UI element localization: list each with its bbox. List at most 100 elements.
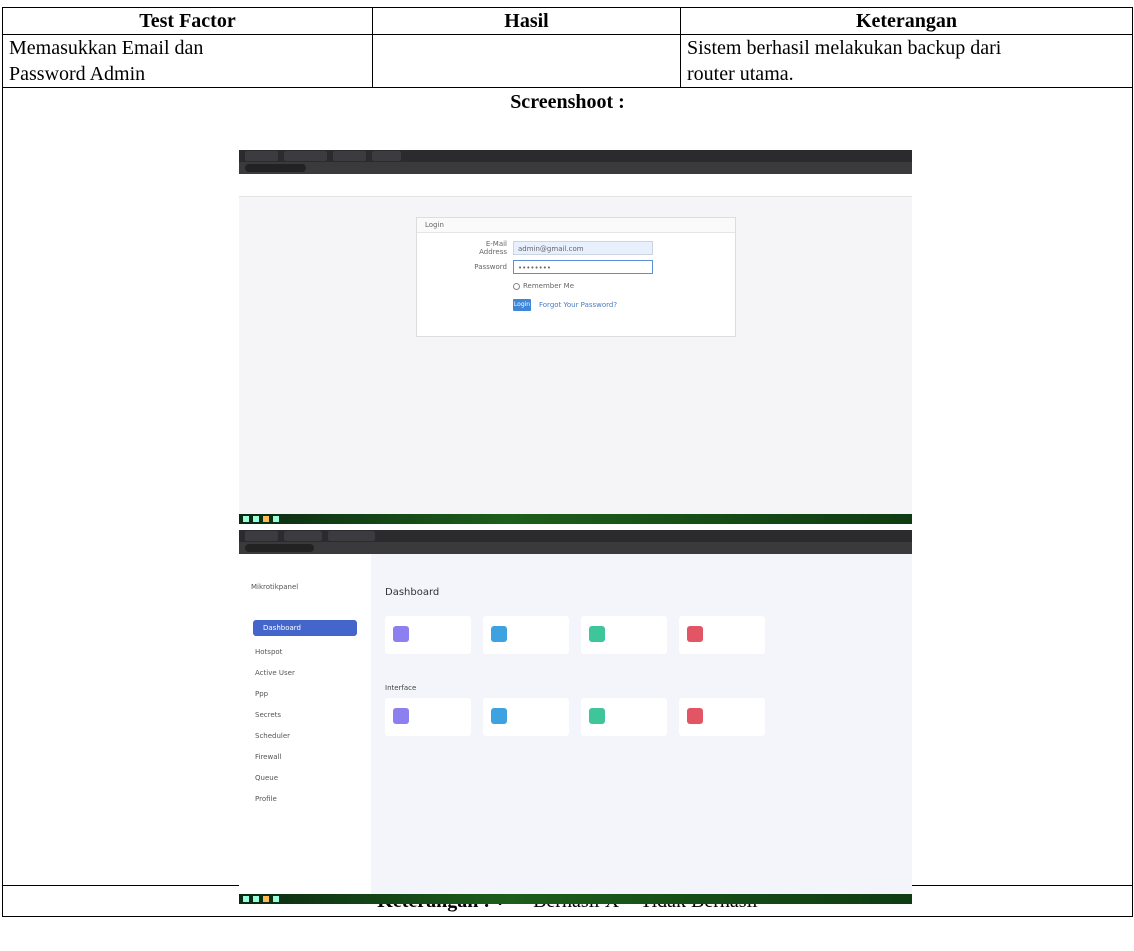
screenshot-label: Screenshoot :: [510, 91, 625, 113]
test-factor-cell: Memasukkan Email dan Password Admin: [2, 34, 373, 88]
login-card-header: Login: [417, 218, 735, 233]
url-field: [245, 544, 315, 552]
stat-value: [711, 636, 713, 643]
forgot-password-link[interactable]: Forgot Your Password?: [539, 301, 617, 309]
taskbar-app-icon: [273, 516, 279, 522]
sidebar: Mikrotikpanel Dashboard Hotspot Active U…: [239, 554, 371, 894]
keterangan-line2: router utama.: [687, 61, 1126, 87]
sidebar-item[interactable]: Hotspot: [255, 648, 282, 656]
header-row: Test Factor Hasil Keterangan: [2, 7, 1133, 35]
windows-taskbar: [239, 514, 912, 524]
stat-title: [515, 627, 517, 634]
keterangan-cell: Sistem berhasil melakukan backup dari ro…: [680, 34, 1133, 88]
email-input[interactable]: admin@gmail.com: [513, 241, 653, 255]
sidebar-item-dashboard[interactable]: Dashboard: [253, 620, 357, 636]
login-screenshot: Login E-Mail Address admin@gmail.com Pas…: [239, 150, 912, 524]
sidebar-item[interactable]: Secrets: [255, 711, 281, 719]
browser-tab: [371, 151, 401, 161]
email-row: E-Mail Address admin@gmail.com: [457, 240, 653, 256]
stat-value: [613, 636, 615, 643]
test-factor-line2: Password Admin: [9, 63, 146, 85]
stat-card: [385, 616, 471, 654]
browser-tab: [332, 151, 366, 161]
password-row: Password ••••••••: [457, 260, 653, 274]
sidebar-item[interactable]: Active User: [255, 669, 295, 677]
stat-icon: [687, 708, 703, 724]
stat-icon: [491, 708, 507, 724]
dashboard-screenshot: Mikrotikpanel Dashboard Hotspot Active U…: [239, 530, 912, 904]
sidebar-item[interactable]: Queue: [255, 774, 278, 782]
browser-tab: [284, 531, 323, 541]
stat-card: [679, 698, 765, 736]
taskbar-clock: [906, 896, 908, 903]
header-hasil: Hasil: [372, 7, 681, 35]
taskbar-app-icon: [273, 896, 279, 902]
browser-tab: [284, 151, 327, 161]
browser-tab: [328, 531, 375, 541]
remember-label: Remember Me: [523, 282, 574, 290]
header-keterangan: Keterangan: [680, 7, 1133, 35]
taskbar-clock: [906, 516, 908, 523]
stat-value: [613, 718, 615, 725]
hasil-cell: [372, 34, 681, 88]
stat-card: [679, 616, 765, 654]
login-button[interactable]: Login: [513, 299, 531, 311]
stat-value: [515, 718, 517, 725]
stat-icon: [491, 626, 507, 642]
data-row: Memasukkan Email dan Password Admin Sist…: [2, 34, 1133, 88]
stat-title: [711, 709, 713, 716]
test-factor-line1: Memasukkan Email dan: [9, 37, 204, 59]
email-label: E-Mail Address: [479, 240, 507, 256]
browser-tab: [245, 151, 279, 161]
sidebar-item[interactable]: Ppp: [255, 690, 268, 698]
sidebar-item[interactable]: Profile: [255, 795, 277, 803]
stat-icon: [393, 626, 409, 642]
stat-icon: [393, 708, 409, 724]
dashboard-title: Dashboard: [385, 587, 440, 598]
stat-card: [483, 698, 569, 736]
taskbar-app-icon: [263, 516, 269, 522]
remember-checkbox[interactable]: [513, 282, 520, 290]
taskbar-app-icon: [263, 896, 269, 902]
stat-icon: [589, 708, 605, 724]
stat-title: [711, 627, 713, 634]
header-test-factor: Test Factor: [2, 7, 373, 35]
stat-title: [515, 709, 517, 716]
browser-tabbar: [239, 530, 912, 542]
taskbar-app-icon: [253, 896, 259, 902]
stat-icon: [687, 626, 703, 642]
windows-taskbar: [239, 894, 912, 904]
taskbar-app-icon: [253, 516, 259, 522]
stat-value: [711, 718, 713, 725]
sidebar-item[interactable]: Firewall: [255, 753, 281, 761]
stat-card: [385, 698, 471, 736]
stat-title: [417, 709, 419, 716]
url-field: [245, 164, 306, 172]
stat-title: [613, 709, 615, 716]
interface-section-label: Interface: [385, 684, 417, 692]
stat-icon: [589, 626, 605, 642]
stat-title: [417, 627, 419, 634]
address-bar: [239, 542, 912, 554]
app-navbar: [239, 174, 912, 197]
stat-value: [515, 636, 517, 643]
stat-card: [483, 616, 569, 654]
stat-value: [417, 636, 419, 643]
keterangan-line1: Sistem berhasil melakukan backup dari: [687, 37, 1002, 59]
nav-links: [850, 181, 852, 189]
browser-tabbar: [239, 150, 912, 162]
stat-title: [613, 627, 615, 634]
stat-card: [581, 616, 667, 654]
login-actions: Login Forgot Your Password?: [513, 299, 617, 311]
keterangan-line2-text: router utama.: [687, 63, 794, 85]
sidebar-item[interactable]: Scheduler: [255, 732, 290, 740]
password-label: Password: [474, 263, 507, 271]
stat-value: [417, 718, 419, 725]
stat-card: [581, 698, 667, 736]
start-icon: [243, 896, 249, 902]
login-card: Login E-Mail Address admin@gmail.com Pas…: [416, 217, 736, 337]
password-input[interactable]: ••••••••: [513, 260, 653, 274]
start-icon: [243, 516, 249, 522]
sidebar-brand: Mikrotikpanel: [251, 583, 299, 591]
nav-brand: [299, 181, 301, 189]
